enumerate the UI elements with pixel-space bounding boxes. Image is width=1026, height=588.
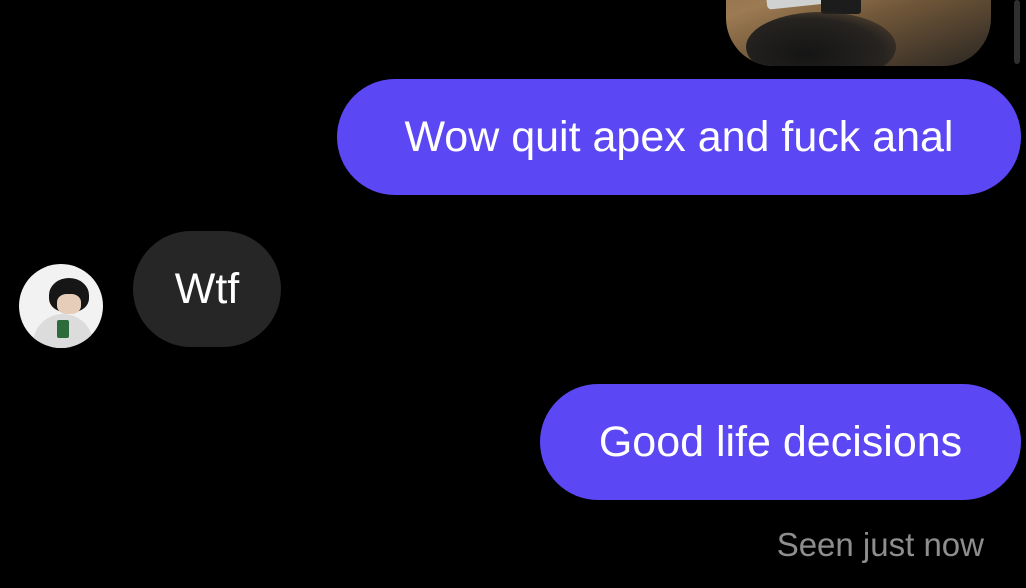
message-text: Good life decisions: [598, 417, 963, 466]
message-text: Wtf: [174, 264, 240, 313]
avatar-photo-part: [57, 294, 81, 314]
message-text: Wow quit apex and fuck anal: [404, 112, 954, 161]
avatar-photo-part: [57, 320, 69, 338]
photo-content: [746, 12, 896, 66]
outgoing-message-bubble[interactable]: Wow quit apex and fuck anal: [337, 79, 1021, 195]
chat-thread: Wow quit apex and fuck anal Wtf Good lif…: [0, 0, 1026, 588]
scrollbar-thumb[interactable]: [1014, 0, 1020, 64]
contact-avatar[interactable]: [19, 264, 103, 348]
seen-status: Seen just now: [776, 526, 984, 563]
incoming-message-bubble[interactable]: Wtf: [133, 231, 281, 347]
image-message[interactable]: [726, 0, 991, 66]
outgoing-message-bubble[interactable]: Good life decisions: [540, 384, 1021, 500]
